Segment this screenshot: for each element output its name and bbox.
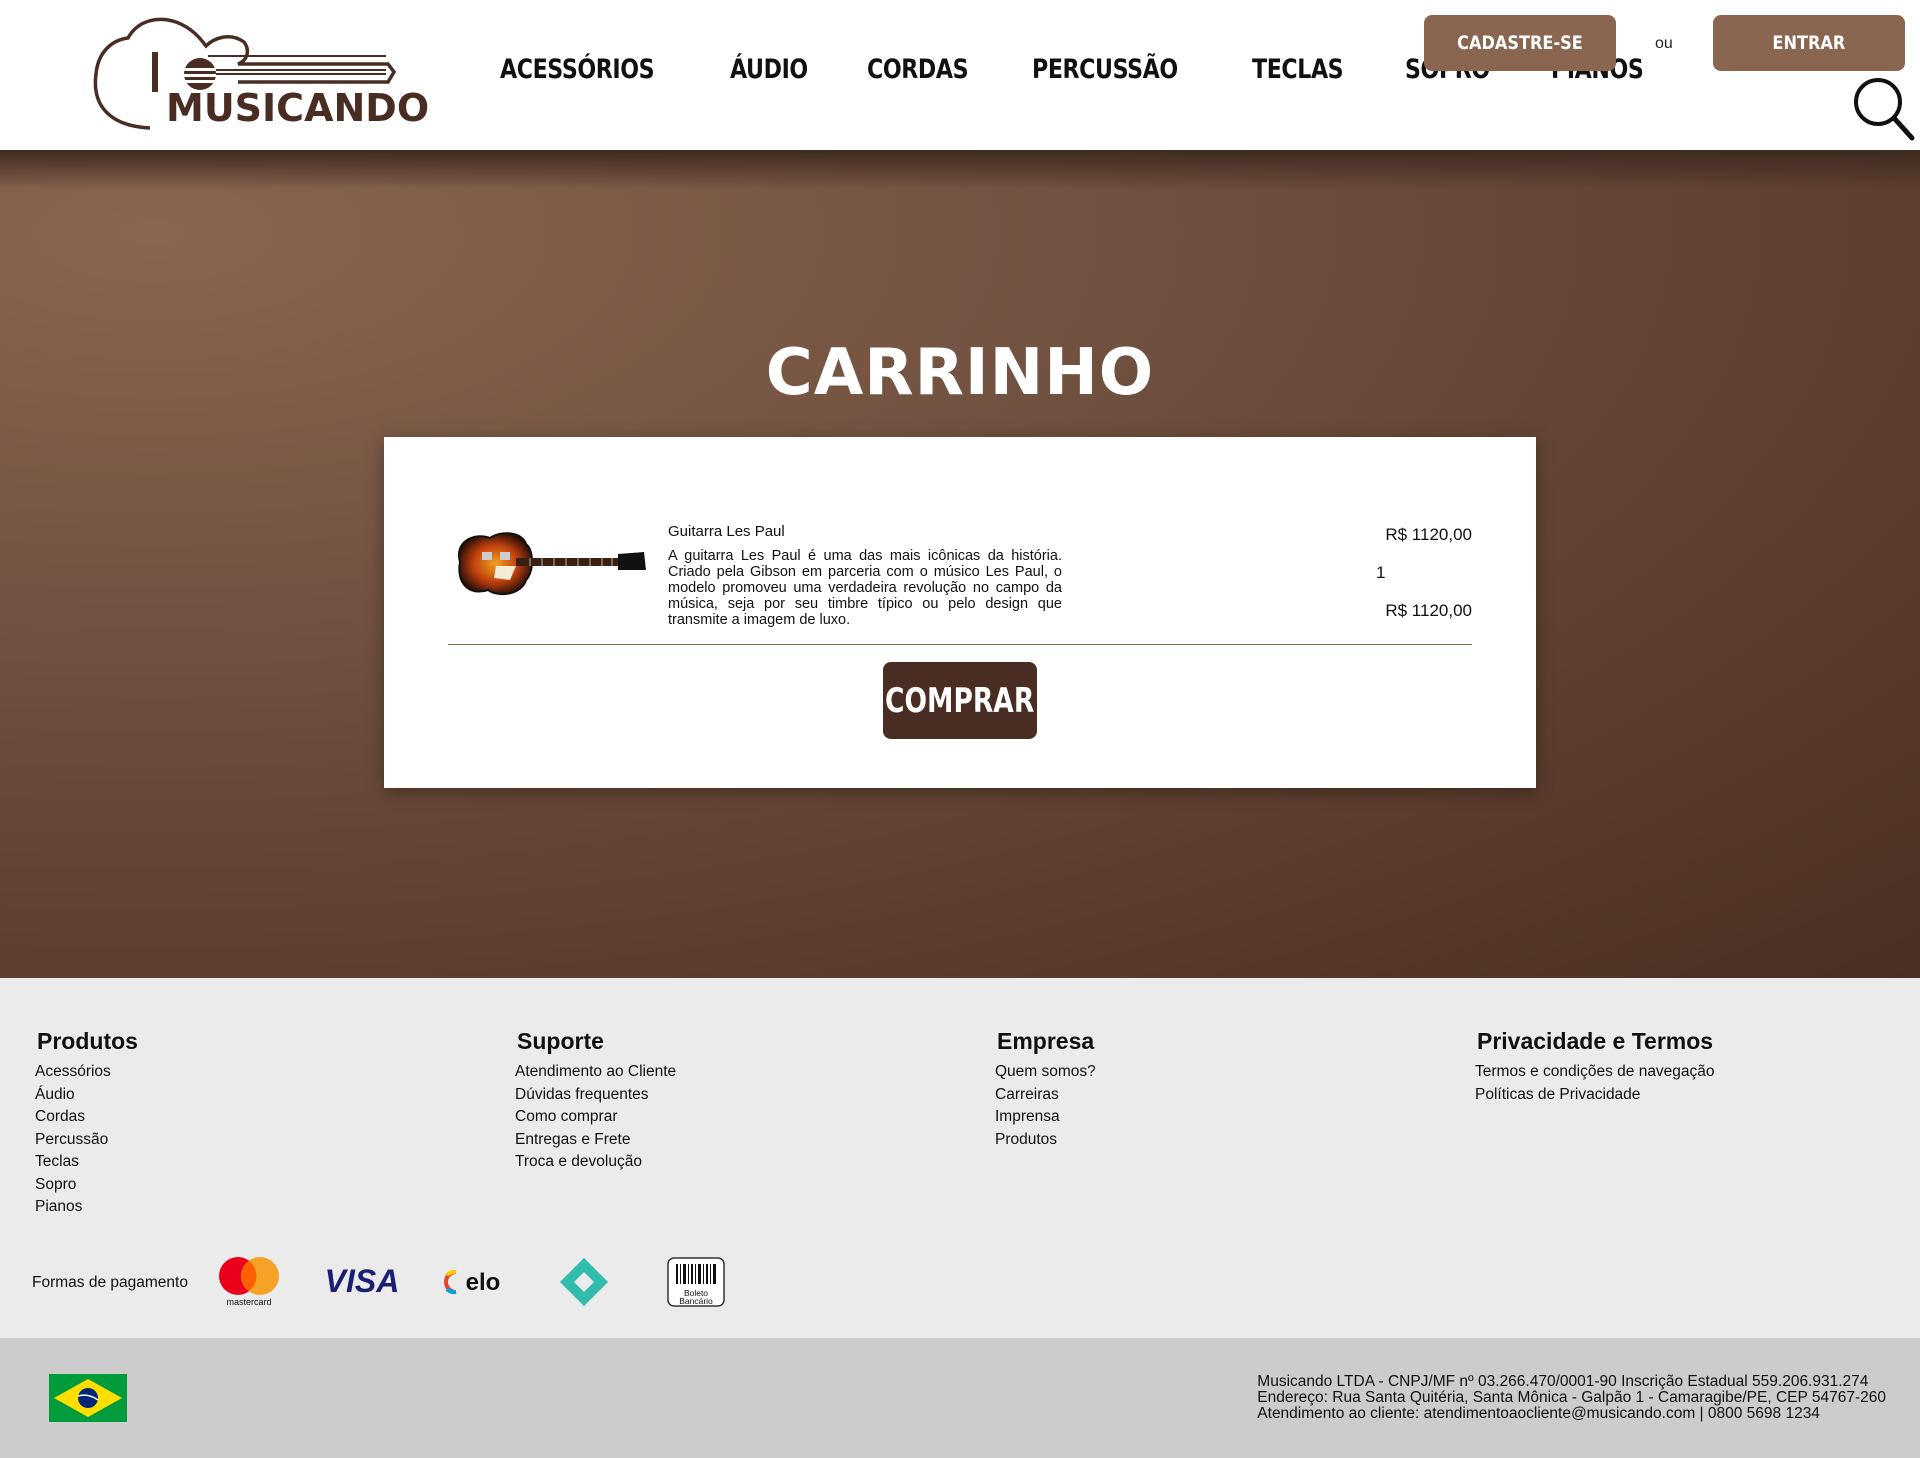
legal-info: Musicando LTDA - CNPJ/MF nº 03.266.470/0… [1257,1374,1886,1422]
footer-link[interactable]: Teclas [35,1151,138,1174]
footer-link[interactable]: Sopro [35,1174,138,1197]
payment-label: Formas de pagamento [32,1274,188,1291]
nav-acessorios[interactable]: ACESSÓRIOS [500,54,655,85]
footer-link[interactable]: Políticas de Privacidade [1475,1084,1715,1107]
musicando-logo[interactable]: MUSICANDO [88,12,429,134]
footer-link[interactable]: Troca e devolução [515,1151,676,1174]
nav-cordas[interactable]: CORDAS [867,54,969,85]
quantity[interactable]: 1 [1376,563,1385,583]
footer-col-suporte: Suporte Atendimento ao Cliente Dúvidas f… [515,1028,676,1174]
footer-link[interactable]: Entregas e Frete [515,1129,676,1152]
footer-link[interactable]: Termos e condições de navegação [1475,1061,1715,1084]
buy-label: COMPRAR [885,680,1035,721]
footer-bottom-bar: Musicando LTDA - CNPJ/MF nº 03.266.470/0… [0,1338,1920,1458]
elo-text: elo [466,1269,501,1296]
footer-link[interactable]: Acessórios [35,1061,138,1084]
footer-link[interactable]: Dúvidas frequentes [515,1084,676,1107]
legal-line-contact: Atendimento ao cliente: atendimentoaocli… [1257,1405,1820,1422]
product-description: A guitarra Les Paul é uma das mais icôni… [668,548,1062,628]
mastercard-icon: mastercard [219,1257,279,1307]
buy-button[interactable]: COMPRAR [883,662,1037,739]
pix-icon [560,1258,608,1306]
footer-col-privacidade: Privacidade e Termos Termos e condições … [1475,1028,1715,1106]
footer-heading: Suporte [517,1028,604,1054]
svg-text:Bancário: Bancário [679,1296,713,1306]
or-text: ou [1655,35,1673,52]
visa-icon: VISA [325,1263,400,1299]
nav-audio[interactable]: ÁUDIO [730,54,808,85]
footer-col-empresa: Empresa Quem somos? Carreiras Imprensa P… [995,1028,1096,1151]
footer-link[interactable]: Cordas [35,1106,138,1129]
unit-price: R$ 1120,00 [1385,525,1472,544]
footer-heading: Produtos [37,1028,138,1054]
legal-line-company: Musicando LTDA - CNPJ/MF nº 03.266.470/0… [1257,1373,1869,1390]
cart-section: CARRINHO Guitarra Les Paul A guitarra Le… [0,150,1920,978]
legal-line-address: Endereço: Rua Santa Quitéria, Santa Môni… [1257,1389,1886,1406]
cart-card: Guitarra Les Paul A guitarra Les Paul é … [384,437,1536,788]
divider [448,644,1472,645]
elo-icon: elo [444,1269,501,1296]
footer-link[interactable]: Como comprar [515,1106,676,1129]
site-header: MUSICANDO ACESSÓRIOS ÁUDIO CORDAS PERCUS… [0,0,1920,150]
les-paul-guitar-image [457,532,646,596]
product-name[interactable]: Guitarra Les Paul [668,523,785,540]
footer-col-produtos: Produtos Acessórios Áudio Cordas Percuss… [35,1028,138,1219]
total-price: R$ 1120,00 [1385,601,1472,620]
footer-link[interactable]: Carreiras [995,1084,1096,1107]
page-title: CARRINHO [765,336,1155,410]
footer-link[interactable]: Atendimento ao Cliente [515,1061,676,1084]
footer-link[interactable]: Percussão [35,1129,138,1152]
brazil-flag-icon[interactable] [49,1374,127,1422]
footer-link[interactable]: Quem somos? [995,1061,1096,1084]
login-label: ENTRAR [1772,32,1846,54]
footer-heading: Empresa [997,1028,1095,1054]
nav-percussao[interactable]: PERCUSSÃO [1032,54,1178,85]
boleto-icon: Boleto Bancário [667,1257,725,1307]
logo-text: MUSICANDO [166,86,430,130]
signup-button[interactable]: CADASTRE-SE [1424,15,1616,71]
footer-link[interactable]: Áudio [35,1084,138,1107]
signup-label: CADASTRE-SE [1457,32,1583,54]
footer-link[interactable]: Produtos [995,1129,1096,1152]
nav-teclas[interactable]: TECLAS [1252,54,1344,85]
search-icon[interactable] [1852,76,1916,142]
footer-link[interactable]: Imprensa [995,1106,1096,1129]
site-footer: Produtos Acessórios Áudio Cordas Percuss… [0,978,1920,1338]
login-button[interactable]: ENTRAR [1713,15,1905,71]
visa-text: VISA [325,1263,400,1299]
footer-heading: Privacidade e Termos [1477,1028,1714,1054]
footer-link[interactable]: Pianos [35,1196,138,1219]
mastercard-text: mastercard [226,1297,271,1307]
